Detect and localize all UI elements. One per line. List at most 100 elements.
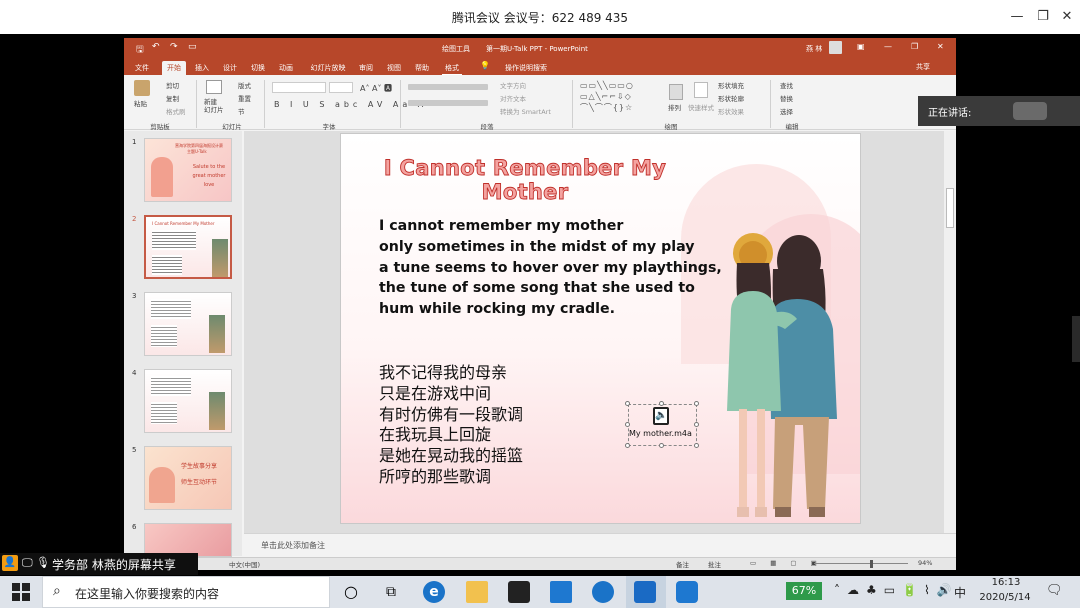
share-button[interactable]: 共享 xyxy=(916,62,930,72)
resize-handle[interactable] xyxy=(625,401,630,406)
tab-insert[interactable]: 插入 xyxy=(192,61,212,75)
restore-icon[interactable]: ❐ xyxy=(1032,6,1054,28)
shape-fill-button[interactable]: 形状填充 xyxy=(718,80,744,90)
minimize-icon[interactable]: — xyxy=(1006,6,1028,28)
zoom-level[interactable]: 94% xyxy=(918,559,932,567)
arrange-icon[interactable] xyxy=(669,84,683,100)
resize-handle[interactable] xyxy=(694,443,699,448)
present-icon[interactable]: ▭ xyxy=(188,42,197,52)
font-grow-icon[interactable]: A˄ A˅ 🅰 xyxy=(360,83,392,94)
store-icon[interactable] xyxy=(508,581,530,603)
slide-thumbnail-6[interactable] xyxy=(144,523,232,557)
clock-app-icon[interactable] xyxy=(592,581,614,603)
paste-icon[interactable] xyxy=(134,80,150,96)
format-painter-button[interactable]: 格式刷 xyxy=(166,106,186,116)
windows-start-icon[interactable] xyxy=(12,583,30,601)
tab-review[interactable]: 审阅 xyxy=(356,61,376,75)
tab-transitions[interactable]: 切换 xyxy=(248,61,268,75)
resize-handle[interactable] xyxy=(694,401,699,406)
ime-indicator[interactable]: 中 xyxy=(954,584,966,601)
tell-me-search[interactable]: 操作说明搜索 xyxy=(496,61,556,75)
slide-thumbnail-2[interactable]: I Cannot Remember My Mother xyxy=(144,215,232,279)
quick-styles-icon[interactable] xyxy=(694,82,708,98)
close-icon[interactable]: ✕ xyxy=(1056,6,1078,28)
tab-animations[interactable]: 动画 xyxy=(276,61,296,75)
resize-handle[interactable] xyxy=(625,422,630,427)
slide-thumbnail-4[interactable] xyxy=(144,369,232,433)
tablet-app-icon[interactable] xyxy=(676,581,698,603)
resize-handle[interactable] xyxy=(625,443,630,448)
tencent-meeting-icon[interactable] xyxy=(634,581,656,603)
font-size-select[interactable] xyxy=(329,82,353,93)
clock-date[interactable]: 2020/5/14 xyxy=(974,592,1036,603)
battery-percentage[interactable]: 67% xyxy=(786,582,822,600)
font-name-select[interactable] xyxy=(272,82,326,93)
zoom-slider[interactable] xyxy=(814,563,908,564)
redo-icon[interactable]: ↷ xyxy=(170,42,178,52)
list-buttons[interactable] xyxy=(408,84,488,90)
arrange-button[interactable]: 排列 xyxy=(668,102,681,112)
file-explorer-icon[interactable] xyxy=(466,581,488,603)
undo-icon[interactable]: ↶ xyxy=(152,42,160,52)
font-format-buttons[interactable]: B I U S abc AV Aa A xyxy=(274,100,427,109)
slide-thumbnail-3[interactable] xyxy=(144,292,232,356)
save-icon[interactable]: 🖫 xyxy=(136,42,144,58)
ppt-close-icon[interactable]: ✕ xyxy=(937,42,944,51)
scrollbar-thumb[interactable] xyxy=(946,188,954,228)
ribbon-display-icon[interactable]: ▣ xyxy=(857,42,865,51)
quick-styles-button[interactable]: 快速样式 xyxy=(688,102,714,112)
tab-slideshow[interactable]: 幻灯片放映 xyxy=(306,61,350,75)
mail-icon[interactable] xyxy=(550,581,572,603)
side-handle[interactable] xyxy=(1072,316,1080,362)
avatar[interactable] xyxy=(829,41,842,54)
resize-handle[interactable] xyxy=(694,422,699,427)
reset-button[interactable]: 重置 xyxy=(238,93,251,103)
copy-button[interactable]: 复制 xyxy=(166,93,179,103)
slide-thumbnail-1[interactable]: 营海学院第四届海报设计赛 主题U-Talk Salute to the grea… xyxy=(144,138,232,202)
ppt-restore-icon[interactable]: ❐ xyxy=(911,42,918,51)
tab-home[interactable]: 开始 xyxy=(162,61,186,75)
task-view-icon[interactable]: ⧉ xyxy=(380,581,402,603)
tab-file[interactable]: 文件 xyxy=(132,61,152,75)
shapes-gallery[interactable]: ▭▭╲╲▭▭○ ▭△╲⌐⌐⇩◇ ⌒╲⌒⌒{}☆ xyxy=(580,80,664,116)
speaker-icon[interactable]: 🔈 xyxy=(653,407,669,425)
poem-chinese[interactable]: 我不记得我的母亲 只是在游戏中间 有时仿佛有一段歌调 在我玩具上回旋 是她在晃动… xyxy=(379,363,523,488)
text-direction-button[interactable]: 文字方向 xyxy=(500,80,526,90)
tab-help[interactable]: 帮助 xyxy=(412,61,432,75)
edge-icon[interactable]: e xyxy=(423,581,445,603)
notes-toggle[interactable]: 备注 xyxy=(676,559,689,569)
resize-handle[interactable] xyxy=(659,401,664,406)
tab-format[interactable]: 格式 xyxy=(442,61,462,75)
align-buttons[interactable] xyxy=(408,100,488,106)
replace-button[interactable]: 替换 xyxy=(780,93,793,103)
notification-icon[interactable]: 🗨 xyxy=(1046,583,1063,598)
tab-view[interactable]: 视图 xyxy=(384,61,404,75)
comments-toggle[interactable]: 批注 xyxy=(708,559,721,569)
section-button[interactable]: 节 xyxy=(238,106,245,116)
resize-handle[interactable] xyxy=(659,443,664,448)
smartart-button[interactable]: 转换为 SmartArt xyxy=(500,106,551,116)
tray-icons[interactable]: ˄☁♣▭🔋⌇🔊 xyxy=(834,583,959,597)
zoom-slider-thumb[interactable] xyxy=(870,560,873,568)
ppt-minimize-icon[interactable]: — xyxy=(884,42,892,51)
new-slide-button[interactable]: 新建 幻灯片 xyxy=(204,98,224,114)
layout-button[interactable]: 版式 xyxy=(238,80,251,90)
slide-thumbnail-5[interactable]: 学生故事分享 师生互动环节 xyxy=(144,446,232,510)
language-status[interactable]: 中文(中国) xyxy=(229,559,260,569)
shape-effects-button[interactable]: 形状效果 xyxy=(718,106,744,116)
view-buttons[interactable]: ▭ ▦ ▢ ▣ xyxy=(750,559,823,567)
slide-title[interactable]: I Cannot Remember My Mother xyxy=(341,156,709,205)
shape-outline-button[interactable]: 形状轮廓 xyxy=(718,93,744,103)
taskbar-search-box[interactable]: ⌕ 在这里输入你要搜索的内容 xyxy=(42,576,330,608)
cortana-icon[interactable]: ○ xyxy=(340,581,362,603)
paste-button[interactable]: 粘贴 xyxy=(134,98,147,108)
cut-button[interactable]: 剪切 xyxy=(166,80,179,90)
clock-time[interactable]: 16:13 xyxy=(980,577,1032,588)
poem-english[interactable]: I cannot remember my mother only sometim… xyxy=(379,216,722,320)
find-button[interactable]: 查找 xyxy=(780,80,793,90)
notes-pane[interactable]: 单击此处添加备注 xyxy=(244,533,956,557)
new-slide-icon[interactable] xyxy=(206,80,222,94)
tab-design[interactable]: 设计 xyxy=(220,61,240,75)
select-button[interactable]: 选择 xyxy=(780,106,793,116)
align-text-button[interactable]: 对齐文本 xyxy=(500,93,526,103)
